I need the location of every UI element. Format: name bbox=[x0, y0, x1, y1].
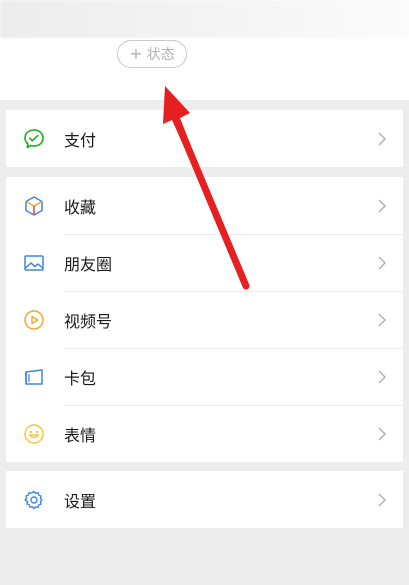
menu-item-channels[interactable]: 视频号 bbox=[6, 291, 403, 348]
chevron-right-icon bbox=[378, 426, 387, 441]
chevron-right-icon bbox=[378, 255, 387, 270]
settings-group: 设置 bbox=[6, 471, 403, 528]
menu-item-favorites[interactable]: 收藏 bbox=[6, 177, 403, 234]
channels-play-icon bbox=[22, 308, 46, 332]
menu-item-stickers[interactable]: 表情 bbox=[6, 405, 403, 462]
bottom-area bbox=[6, 528, 403, 585]
moments-photo-icon bbox=[22, 251, 46, 275]
menu-item-cards[interactable]: 卡包 bbox=[6, 348, 403, 405]
status-label: 状态 bbox=[146, 47, 175, 63]
menu-label-moments: 朋友圈 bbox=[64, 254, 113, 274]
pay-icon bbox=[22, 127, 46, 151]
chevron-right-icon bbox=[378, 198, 387, 213]
profile-header: + 状态 bbox=[0, 0, 409, 100]
stickers-smile-icon bbox=[22, 422, 46, 446]
menu-label-cards: 卡包 bbox=[64, 368, 97, 388]
menu-label-favorites: 收藏 bbox=[64, 197, 97, 217]
menu-label-pay: 支付 bbox=[64, 130, 97, 150]
chevron-right-icon bbox=[378, 131, 387, 146]
chevron-right-icon bbox=[378, 369, 387, 384]
menu-item-pay[interactable]: 支付 bbox=[6, 110, 403, 167]
favorites-cube-icon bbox=[22, 194, 46, 218]
menu-label-channels: 视频号 bbox=[64, 311, 113, 331]
plus-icon: + bbox=[129, 44, 143, 63]
menu-label-stickers: 表情 bbox=[64, 425, 97, 445]
menu-item-settings[interactable]: 设置 bbox=[6, 471, 403, 528]
menu-label-settings: 设置 bbox=[64, 491, 97, 511]
features-group: 收藏 朋友圈 视频号 卡包 表情 bbox=[6, 177, 403, 462]
settings-gear-icon bbox=[22, 488, 46, 512]
menu-item-moments[interactable]: 朋友圈 bbox=[6, 234, 403, 291]
pay-group: 支付 bbox=[6, 110, 403, 167]
add-status-button[interactable]: + 状态 bbox=[117, 40, 187, 68]
blurred-profile-area bbox=[0, 0, 409, 38]
chevron-right-icon bbox=[378, 492, 387, 507]
chevron-right-icon bbox=[378, 312, 387, 327]
cards-wallet-icon bbox=[22, 365, 46, 389]
